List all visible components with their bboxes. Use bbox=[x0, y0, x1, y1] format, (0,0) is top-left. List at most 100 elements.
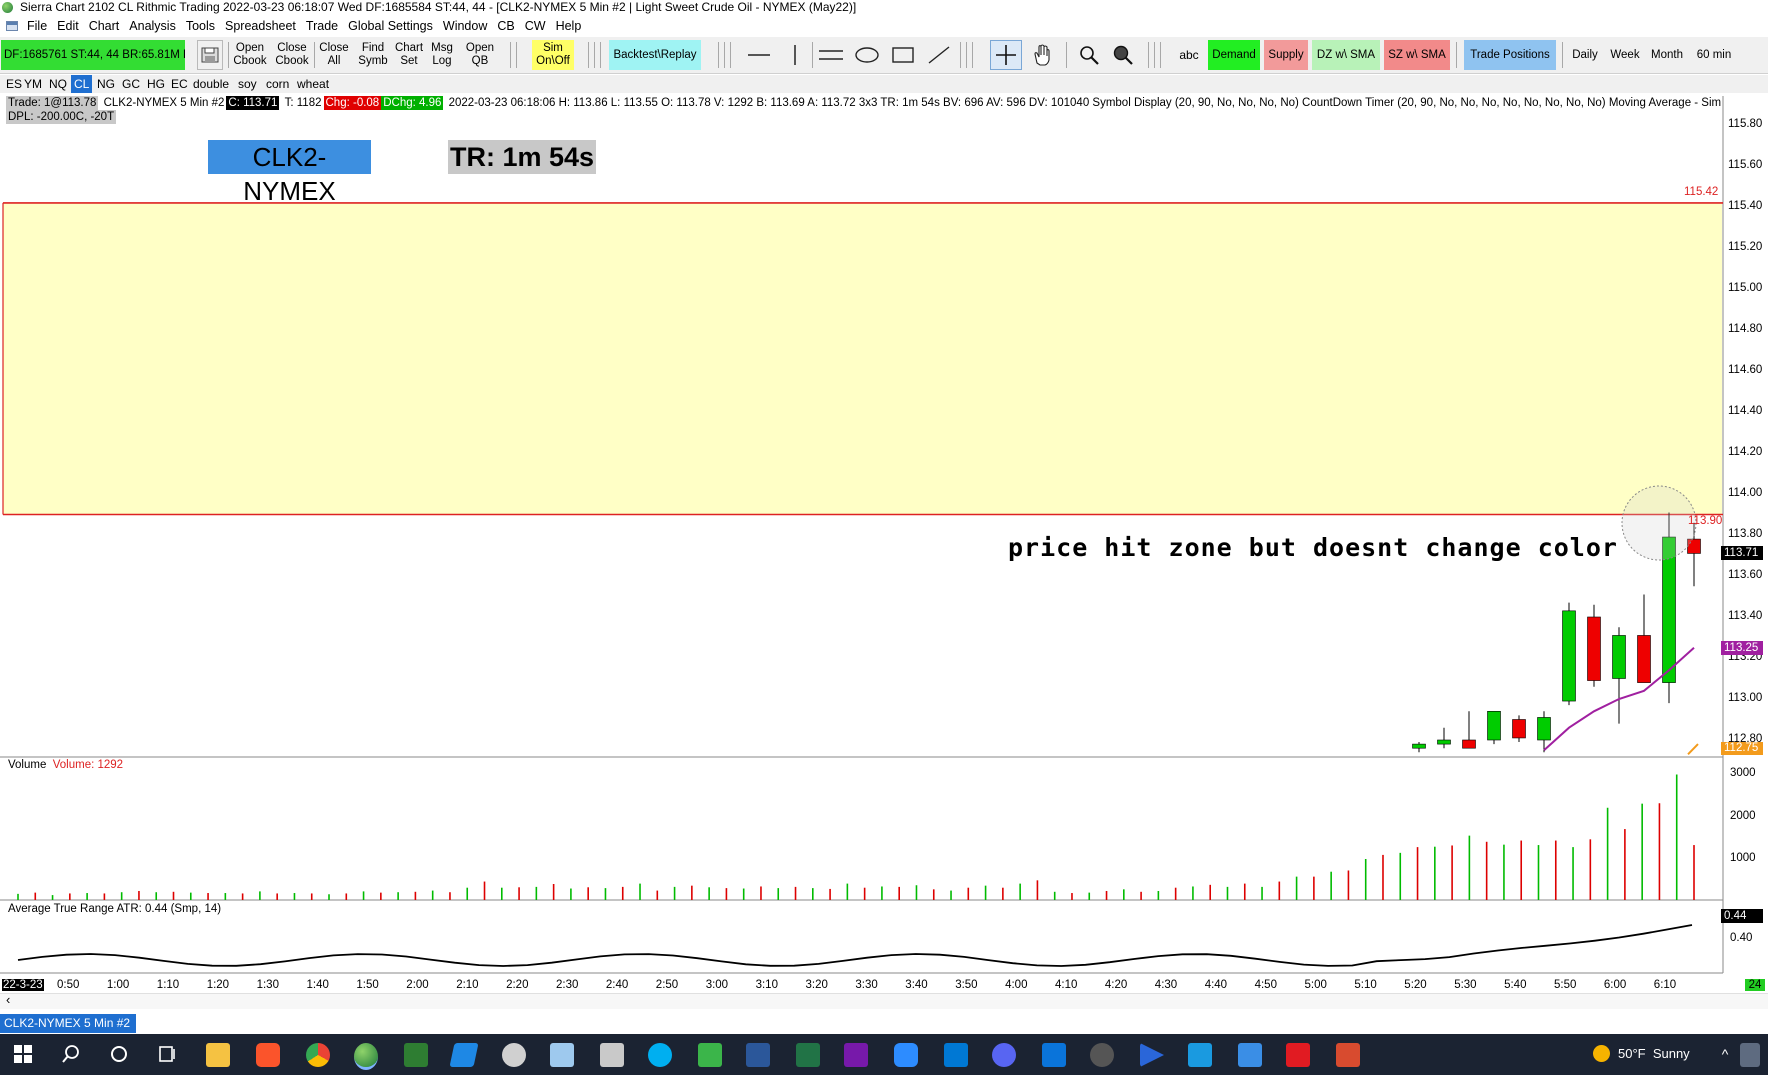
supply-zone-rect bbox=[3, 202, 1722, 515]
symbol-ec[interactable]: EC bbox=[168, 75, 191, 93]
week-button[interactable]: Week bbox=[1606, 40, 1644, 70]
tray-chevron-up-icon[interactable]: ^ bbox=[1710, 1040, 1740, 1068]
skype-icon[interactable] bbox=[648, 1043, 672, 1067]
moving-average-tag: 113.25 bbox=[1721, 641, 1763, 655]
zoom-out-icon[interactable] bbox=[1108, 40, 1138, 70]
horizontal-ray-tool-icon[interactable] bbox=[816, 40, 846, 70]
symbol-wheat[interactable]: wheat bbox=[294, 75, 332, 93]
menu-help[interactable]: Help bbox=[551, 17, 587, 35]
menu-cb[interactable]: CB bbox=[492, 17, 519, 35]
sim-toggle-button[interactable]: Sim On\Off bbox=[532, 40, 574, 70]
app-calc-icon[interactable] bbox=[1188, 1043, 1212, 1067]
app-frog-icon[interactable] bbox=[698, 1043, 722, 1067]
horizontal-scrollbar[interactable]: ‹ bbox=[0, 992, 1768, 1009]
menu-global-settings[interactable]: Global Settings bbox=[343, 17, 438, 35]
mail-icon[interactable] bbox=[1042, 1043, 1066, 1067]
price-axis-label: 115.60 bbox=[1728, 159, 1763, 171]
menu-spreadsheet[interactable]: Spreadsheet bbox=[220, 17, 301, 35]
sierra-chart-icon[interactable] bbox=[354, 1043, 378, 1070]
tray-network-icon[interactable] bbox=[1740, 1043, 1760, 1067]
crosshair-tool-icon[interactable] bbox=[990, 40, 1022, 70]
word-icon[interactable] bbox=[746, 1043, 770, 1067]
line-tool-icon[interactable] bbox=[924, 40, 954, 70]
menu-chart[interactable]: Chart bbox=[84, 17, 125, 35]
chrome-icon[interactable] bbox=[306, 1043, 330, 1067]
menu-tools[interactable]: Tools bbox=[181, 17, 220, 35]
price-axis-label: 113.60 bbox=[1728, 569, 1763, 581]
demand-zone-button[interactable]: Demand bbox=[1208, 40, 1260, 70]
store-icon[interactable] bbox=[1238, 1043, 1262, 1067]
time-axis-label: 0:50 bbox=[57, 979, 80, 991]
onenote-icon[interactable] bbox=[844, 1043, 868, 1067]
zoom-in-icon[interactable] bbox=[1074, 40, 1104, 70]
app-play-icon[interactable] bbox=[1140, 1043, 1164, 1067]
symbol-ng[interactable]: NG bbox=[94, 75, 118, 93]
scroll-left-icon[interactable]: ‹ bbox=[6, 992, 10, 1007]
symbol-corn[interactable]: corn bbox=[263, 75, 292, 93]
discord-icon[interactable] bbox=[992, 1043, 1016, 1067]
app-green-icon[interactable] bbox=[404, 1043, 428, 1067]
window-menu-icon[interactable] bbox=[6, 21, 18, 31]
file-explorer-icon[interactable] bbox=[206, 1043, 230, 1067]
time-axis-label: 5:30 bbox=[1454, 979, 1477, 991]
menu-window[interactable]: Window bbox=[438, 17, 492, 35]
menu-analysis[interactable]: Analysis bbox=[124, 17, 181, 35]
task-view-icon[interactable] bbox=[152, 1040, 182, 1068]
daily-button[interactable]: Daily bbox=[1566, 40, 1604, 70]
app-blue-icon[interactable] bbox=[449, 1043, 479, 1067]
60-min-button[interactable]: 60 min bbox=[1692, 40, 1736, 70]
brave-browser-icon[interactable] bbox=[256, 1043, 280, 1067]
find-symbol-button[interactable]: Find Symb bbox=[355, 40, 391, 70]
app-360-icon[interactable] bbox=[1090, 1043, 1114, 1067]
supply-zone-button[interactable]: Supply bbox=[1264, 40, 1308, 70]
save-icon[interactable] bbox=[197, 40, 223, 70]
price-axis-label: 114.40 bbox=[1728, 405, 1763, 417]
symbol-nq[interactable]: NQ bbox=[46, 75, 70, 93]
windows-start-icon[interactable] bbox=[8, 1040, 38, 1068]
demand-zone-sma-button[interactable]: DZ w\ SMA bbox=[1312, 40, 1380, 70]
find-symbol-line1: Find bbox=[361, 42, 385, 54]
symbol-soy[interactable]: soy bbox=[235, 75, 260, 93]
chart-tab[interactable]: CLK2-NYMEX 5 Min #2 bbox=[0, 1014, 136, 1033]
search-icon[interactable] bbox=[56, 1040, 86, 1068]
cortana-icon[interactable] bbox=[104, 1040, 134, 1068]
trade-positions-button[interactable]: Trade Positions bbox=[1464, 40, 1556, 70]
symbol-hg[interactable]: HG bbox=[144, 75, 168, 93]
symbol-double[interactable]: double bbox=[190, 75, 232, 93]
vertical-line-tool-icon[interactable] bbox=[780, 40, 810, 70]
zoom-icon[interactable] bbox=[894, 1043, 918, 1067]
menu-edit[interactable]: Edit bbox=[52, 17, 84, 35]
date-label: 22-3-23 bbox=[2, 979, 44, 991]
close-all-button[interactable]: Close All bbox=[316, 40, 352, 70]
app-paint-icon[interactable] bbox=[1336, 1043, 1360, 1067]
acrobat-icon[interactable] bbox=[1286, 1043, 1310, 1067]
ellipse-tool-icon[interactable] bbox=[852, 40, 882, 70]
price-axis-label: 115.40 bbox=[1728, 200, 1763, 212]
menu-trade[interactable]: Trade bbox=[301, 17, 343, 35]
app-notepad-icon[interactable] bbox=[550, 1043, 574, 1067]
symbol-ym[interactable]: YM bbox=[21, 75, 45, 93]
message-log-button[interactable]: Msg Log bbox=[428, 40, 456, 70]
rectangle-tool-icon[interactable] bbox=[888, 40, 918, 70]
menu-file[interactable]: File bbox=[22, 17, 52, 35]
open-cbook-button[interactable]: Open Cbook bbox=[230, 40, 270, 70]
weather-widget[interactable]: 50°F Sunny bbox=[1593, 1045, 1690, 1063]
app-scanner-icon[interactable] bbox=[600, 1043, 624, 1067]
symbol-cl[interactable]: CL bbox=[71, 75, 93, 93]
backtest-replay-button[interactable]: Backtest\Replay bbox=[609, 40, 701, 70]
outlook-icon[interactable] bbox=[944, 1043, 968, 1067]
horizontal-line-tool-icon[interactable] bbox=[744, 40, 774, 70]
symbol-gc[interactable]: GC bbox=[119, 75, 143, 93]
text-tool-button[interactable]: abc bbox=[1174, 40, 1204, 70]
time-axis-label: 2:00 bbox=[406, 979, 429, 991]
excel-icon[interactable] bbox=[796, 1043, 820, 1067]
open-quote-board-button[interactable]: Open QB bbox=[462, 40, 498, 70]
chart-settings-button[interactable]: Chart Set bbox=[392, 40, 426, 70]
menu-cw[interactable]: CW bbox=[520, 17, 551, 35]
supply-zone-sma-button[interactable]: SZ w\ SMA bbox=[1384, 40, 1450, 70]
month-button[interactable]: Month bbox=[1646, 40, 1688, 70]
hand-pan-tool-icon[interactable] bbox=[1026, 40, 1060, 70]
app-cloud-icon[interactable] bbox=[502, 1043, 526, 1067]
close-cbook-button[interactable]: Close Cbook bbox=[272, 40, 312, 70]
annotation-text[interactable]: price hit zone but doesnt change color bbox=[1008, 533, 1618, 562]
